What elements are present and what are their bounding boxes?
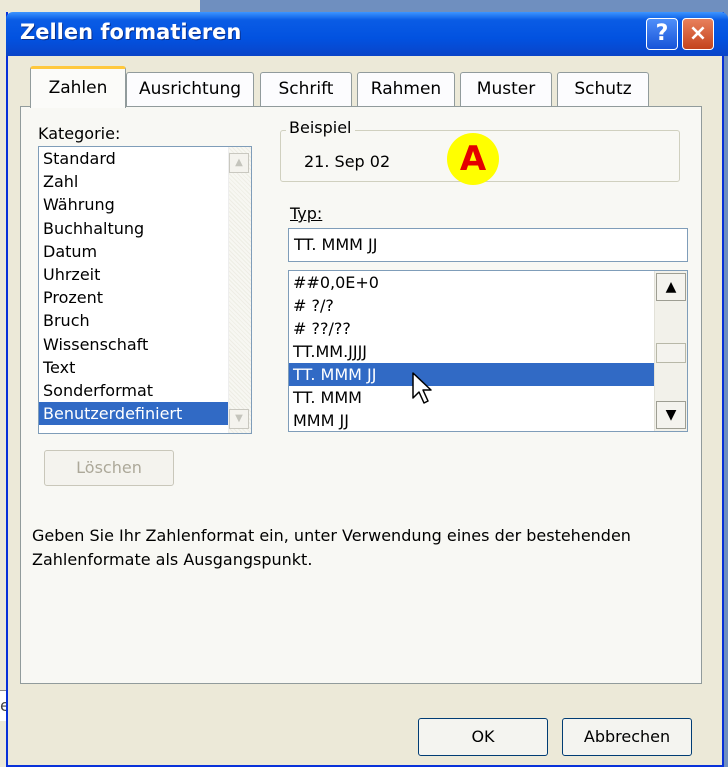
typ-item-selected[interactable]: TT. MMM JJ: [289, 363, 655, 386]
scroll-down-icon[interactable]: ▼: [656, 401, 686, 429]
kategorie-label: Kategorie:: [38, 124, 121, 143]
scroll-down-icon[interactable]: ▼: [229, 409, 249, 429]
kategorie-item-waehrung[interactable]: Währung: [39, 193, 251, 216]
close-icon: ×: [688, 21, 708, 46]
beispiel-value: 21. Sep 02: [304, 152, 391, 171]
annotation-marker-a: A: [447, 133, 499, 185]
close-button[interactable]: ×: [682, 18, 714, 50]
kategorie-item-datum[interactable]: Datum: [39, 240, 251, 263]
typ-item[interactable]: TT.MM.JJJJ: [289, 340, 687, 363]
typ-item[interactable]: ##0,0E+0: [289, 271, 687, 294]
kategorie-item-benutzerdefiniert[interactable]: Benutzerdefiniert: [39, 402, 251, 426]
kategorie-item-uhrzeit[interactable]: Uhrzeit: [39, 263, 251, 286]
cancel-button[interactable]: Abbrechen: [562, 718, 692, 756]
kategorie-item-bruch[interactable]: Bruch: [39, 309, 251, 332]
tab-muster[interactable]: Muster: [460, 72, 552, 106]
format-description: Geben Sie Ihr Zahlenformat ein, unter Ve…: [32, 526, 631, 569]
help-icon: ?: [655, 21, 669, 46]
kategorie-item-standard[interactable]: Standard: [39, 147, 251, 170]
typ-input[interactable]: TT. MMM JJ: [288, 228, 688, 262]
typ-label: Typ:: [290, 204, 323, 223]
tab-schrift[interactable]: Schrift: [260, 72, 352, 106]
beispiel-label: Beispiel: [286, 118, 355, 137]
tab-schutz[interactable]: Schutz: [557, 72, 649, 106]
tab-zahlen[interactable]: Zahlen: [30, 66, 126, 108]
typ-item[interactable]: # ??/??: [289, 317, 687, 340]
help-button[interactable]: ?: [646, 18, 678, 50]
typ-item[interactable]: MMM JJ: [289, 409, 687, 431]
typ-item[interactable]: TT. MMM: [289, 386, 687, 409]
kategorie-list[interactable]: Standard Zahl Währung Buchhaltung Datum …: [38, 146, 252, 434]
typ-list[interactable]: ##0,0E+0 # ?/? # ??/?? TT.MM.JJJJ TT. MM…: [288, 270, 688, 432]
kategorie-scrollbar[interactable]: ▲ ▼: [228, 147, 251, 433]
scroll-up-icon[interactable]: ▲: [656, 273, 686, 301]
tab-rahmen[interactable]: Rahmen: [357, 72, 455, 106]
kategorie-item-text[interactable]: Text: [39, 356, 251, 379]
dialog-title: Zellen formatieren: [20, 20, 242, 44]
scroll-thumb[interactable]: [656, 343, 686, 363]
scroll-up-icon[interactable]: ▲: [229, 153, 249, 173]
title-bar[interactable]: Zellen formatieren ? ×: [6, 12, 728, 56]
mouse-pointer-icon: [412, 372, 434, 410]
typ-scrollbar[interactable]: ▲ ▼: [654, 271, 687, 431]
tab-ausrichtung[interactable]: Ausrichtung: [126, 72, 254, 106]
kategorie-item-wissenschaft[interactable]: Wissenschaft: [39, 333, 251, 356]
typ-item[interactable]: # ?/?: [289, 294, 687, 317]
kategorie-item-sonderformat[interactable]: Sonderformat: [39, 379, 251, 402]
kategorie-item-zahl[interactable]: Zahl: [39, 170, 251, 193]
kategorie-item-prozent[interactable]: Prozent: [39, 286, 251, 309]
ok-button[interactable]: OK: [418, 718, 548, 756]
kategorie-item-buchhaltung[interactable]: Buchhaltung: [39, 217, 251, 240]
loeschen-button[interactable]: Löschen: [44, 450, 174, 486]
